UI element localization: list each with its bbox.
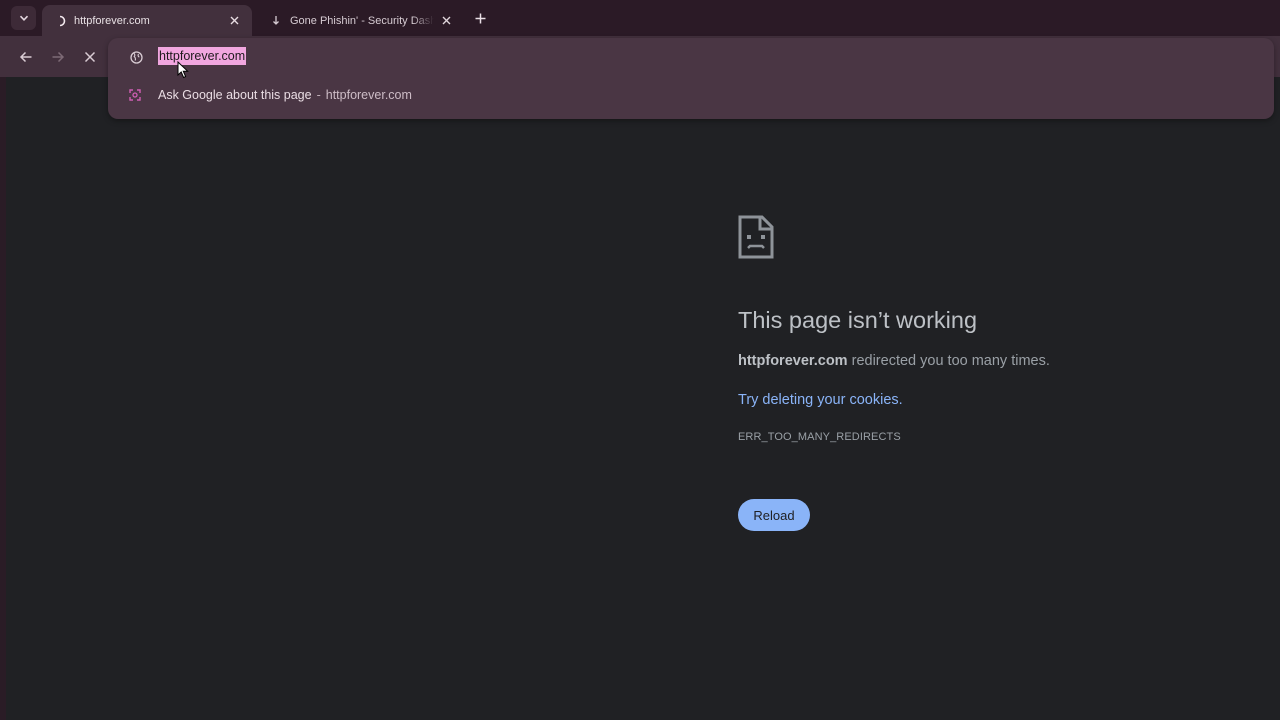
omnibox-suggestion-ask-google[interactable]: Ask Google about this page - httpforever… — [108, 83, 1274, 107]
forward-button[interactable] — [49, 48, 67, 66]
error-title: This page isn’t working — [738, 307, 978, 333]
plus-icon — [475, 13, 485, 23]
close-icon — [84, 51, 96, 63]
error-host: httpforever.com — [738, 353, 848, 369]
google-lens-icon — [127, 87, 143, 103]
globe-icon[interactable] — [128, 49, 144, 65]
mouse-cursor-icon — [177, 61, 189, 79]
window-left-edge — [0, 77, 6, 720]
download-arrow-icon — [268, 13, 284, 29]
tab-search-button[interactable] — [11, 6, 36, 30]
tab-close-button[interactable] — [226, 13, 242, 29]
tab-httpforever[interactable]: httpforever.com — [42, 5, 252, 36]
omnibox-dropdown: httpforever.com Ask Google about this pa… — [108, 38, 1274, 119]
close-icon — [442, 16, 450, 25]
close-icon — [230, 16, 238, 25]
tab-close-button[interactable] — [438, 13, 454, 29]
error-description-text: redirected you too many times. — [847, 353, 1050, 369]
new-tab-button[interactable] — [471, 9, 489, 27]
error-code: ERR_TOO_MANY_REDIRECTS — [738, 431, 901, 443]
delete-cookies-link[interactable]: Try deleting your cookies. — [738, 392, 903, 408]
suggestion-label: Ask Google about this page — [158, 88, 312, 102]
tab-title: httpforever.com — [74, 14, 150, 27]
reload-button[interactable]: Reload — [738, 499, 810, 531]
suggestion-separator: - — [316, 88, 321, 102]
tab-strip: httpforever.com Gone Phishin' - Security… — [0, 0, 1280, 36]
loading-spinner-icon — [52, 13, 68, 29]
chevron-down-icon — [19, 15, 28, 21]
sad-document-icon — [738, 215, 774, 259]
stop-loading-button[interactable] — [81, 48, 99, 66]
back-button[interactable] — [17, 48, 35, 66]
suggestion-domain: httpforever.com — [325, 88, 412, 102]
arrow-right-icon — [52, 51, 65, 63]
error-description: httpforever.com redirected you too many … — [738, 353, 1050, 369]
address-bar-input[interactable]: httpforever.com — [158, 47, 247, 65]
tab-gone-phishin[interactable]: Gone Phishin' - Security Dashboard — [258, 5, 464, 36]
tab-title: Gone Phishin' - Security Dashboard — [290, 14, 434, 27]
arrow-left-icon — [19, 51, 32, 63]
